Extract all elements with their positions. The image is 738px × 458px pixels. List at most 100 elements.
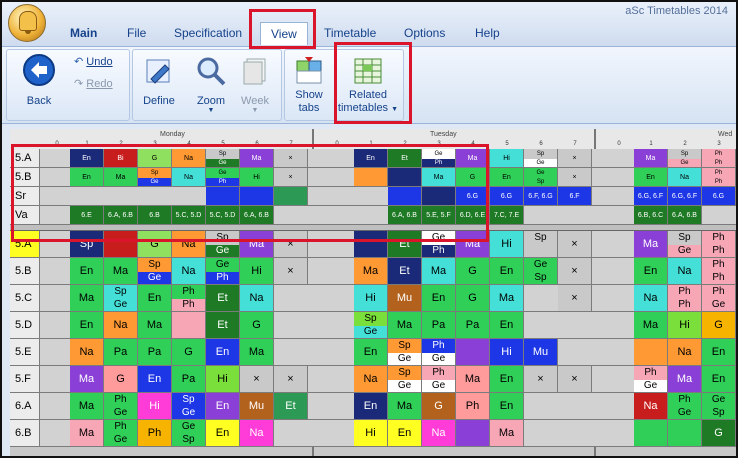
lesson-card[interactable]: Ph Ge <box>104 393 138 420</box>
lesson-card[interactable]: En <box>354 339 388 366</box>
lesson-card[interactable]: Ph Ph <box>702 149 736 168</box>
lesson-card[interactable]: × <box>240 366 274 393</box>
lesson-card[interactable]: Sp Ge <box>354 312 388 339</box>
lesson-card[interactable]: × <box>274 149 308 168</box>
lesson-card[interactable]: Na <box>668 168 702 187</box>
lesson-card[interactable]: Bi <box>104 149 138 168</box>
lesson-card[interactable]: Hi <box>138 393 172 420</box>
lesson-card[interactable]: En <box>206 420 240 447</box>
tab-options[interactable]: Options <box>404 26 445 40</box>
lesson-card[interactable]: Et <box>206 312 240 339</box>
lesson-card[interactable]: Ma <box>138 312 172 339</box>
lesson-card[interactable]: Ma <box>490 285 524 312</box>
lesson-card[interactable]: En <box>702 366 736 393</box>
lesson-card[interactable]: Ph Ge <box>422 366 456 393</box>
lesson-card[interactable]: En <box>702 339 736 366</box>
lesson-card[interactable]: Ma <box>668 366 702 393</box>
tab-view[interactable]: View <box>260 22 308 45</box>
tab-file[interactable]: File <box>127 26 146 40</box>
lesson-card[interactable] <box>354 231 388 258</box>
lesson-card[interactable]: 5.C, 5.D <box>172 206 206 225</box>
lesson-card[interactable]: Sp Ge <box>104 285 138 312</box>
lesson-card[interactable]: Hi <box>354 420 388 447</box>
lesson-card[interactable]: Sp <box>524 231 558 258</box>
lesson-card[interactable] <box>634 339 668 366</box>
lesson-card[interactable]: Hi <box>490 231 524 258</box>
lesson-card[interactable]: Ge Sp <box>524 168 558 187</box>
week-dropdown[interactable]: Week ▼ <box>234 53 276 115</box>
lesson-card[interactable]: Na <box>172 168 206 187</box>
lesson-card[interactable]: × <box>558 285 592 312</box>
lesson-card[interactable]: 6.F, 6.G <box>524 187 558 206</box>
lesson-card[interactable]: Na <box>422 420 456 447</box>
row-label[interactable]: 6.B <box>10 420 40 447</box>
lesson-card[interactable]: Ge Ph <box>206 168 240 187</box>
lesson-card[interactable]: × <box>274 366 308 393</box>
lesson-card[interactable]: Hi <box>206 366 240 393</box>
lesson-card[interactable]: Na <box>104 312 138 339</box>
lesson-card[interactable]: Ma <box>70 366 104 393</box>
lesson-card[interactable]: × <box>274 231 308 258</box>
lesson-card[interactable]: Et <box>274 393 308 420</box>
lesson-card[interactable]: × <box>558 168 592 187</box>
lesson-card[interactable]: En <box>354 149 388 168</box>
lesson-card[interactable]: 6.G <box>702 187 736 206</box>
row-label[interactable]: 5.B <box>10 168 40 187</box>
lesson-card[interactable]: G <box>456 168 490 187</box>
tab-timetable[interactable]: Timetable <box>324 26 376 40</box>
lesson-card[interactable]: Hi <box>490 149 524 168</box>
lesson-card[interactable]: En <box>70 168 104 187</box>
lesson-card[interactable]: × <box>558 258 592 285</box>
lesson-card[interactable]: En <box>138 366 172 393</box>
lesson-card[interactable]: G <box>422 393 456 420</box>
row-label[interactable]: Sr <box>10 187 40 206</box>
lesson-card[interactable]: 6.A, 6.B <box>104 206 138 225</box>
lesson-card[interactable]: 6.A, 6.B <box>388 206 422 225</box>
lesson-card[interactable]: En <box>490 366 524 393</box>
lesson-card[interactable]: Sp Ge <box>388 366 422 393</box>
lesson-card[interactable]: En <box>206 339 240 366</box>
lesson-card[interactable]: × <box>558 231 592 258</box>
lesson-card[interactable]: Ma <box>70 393 104 420</box>
row-label[interactable]: 5.B <box>10 258 40 285</box>
lesson-card[interactable]: Ma <box>456 149 490 168</box>
lesson-card[interactable] <box>634 420 668 447</box>
lesson-card[interactable]: Et <box>388 231 422 258</box>
lesson-card[interactable]: 7.C, 7.E <box>490 206 524 225</box>
row-label[interactable]: 5.A <box>10 149 40 168</box>
lesson-card[interactable] <box>206 187 240 206</box>
lesson-card[interactable]: Ma <box>634 149 668 168</box>
lesson-card[interactable]: Ge Ph <box>422 149 456 168</box>
lesson-card[interactable]: Na <box>240 420 274 447</box>
lesson-card[interactable]: Sp <box>70 231 104 258</box>
lesson-card[interactable] <box>456 339 490 366</box>
lesson-card[interactable]: Na <box>634 393 668 420</box>
lesson-card[interactable]: Mu <box>524 339 558 366</box>
lesson-card[interactable]: 6.B, 6.C <box>634 206 668 225</box>
lesson-card[interactable]: × <box>524 366 558 393</box>
row-label[interactable]: 5.F <box>10 366 40 393</box>
lesson-card[interactable]: Sp Ge <box>138 258 172 285</box>
lesson-card[interactable]: En <box>206 393 240 420</box>
undo-button[interactable]: ↶ Undo <box>74 55 126 71</box>
lesson-card[interactable]: Sp Ge <box>524 149 558 168</box>
lesson-card[interactable]: Na <box>172 149 206 168</box>
lesson-card[interactable]: 6.A, 6.B <box>668 206 702 225</box>
row-label[interactable]: Va <box>10 206 40 225</box>
lesson-card[interactable] <box>388 168 422 187</box>
lesson-card[interactable]: Ph <box>138 420 172 447</box>
lesson-card[interactable]: Pa <box>422 312 456 339</box>
lesson-card[interactable]: G <box>138 149 172 168</box>
lesson-card[interactable]: Pa <box>172 366 206 393</box>
app-menu-bell-icon[interactable] <box>8 4 46 42</box>
back-button[interactable]: Back <box>16 53 62 115</box>
lesson-card[interactable]: Ma <box>388 312 422 339</box>
lesson-card[interactable]: En <box>490 258 524 285</box>
lesson-card[interactable]: G <box>702 420 736 447</box>
lesson-card[interactable]: Mu <box>240 393 274 420</box>
lesson-card[interactable]: G <box>456 285 490 312</box>
lesson-card[interactable]: Ph <box>456 393 490 420</box>
lesson-card[interactable]: Ph Ph <box>668 285 702 312</box>
row-label[interactable]: 5.C <box>10 285 40 312</box>
lesson-card[interactable] <box>456 420 490 447</box>
